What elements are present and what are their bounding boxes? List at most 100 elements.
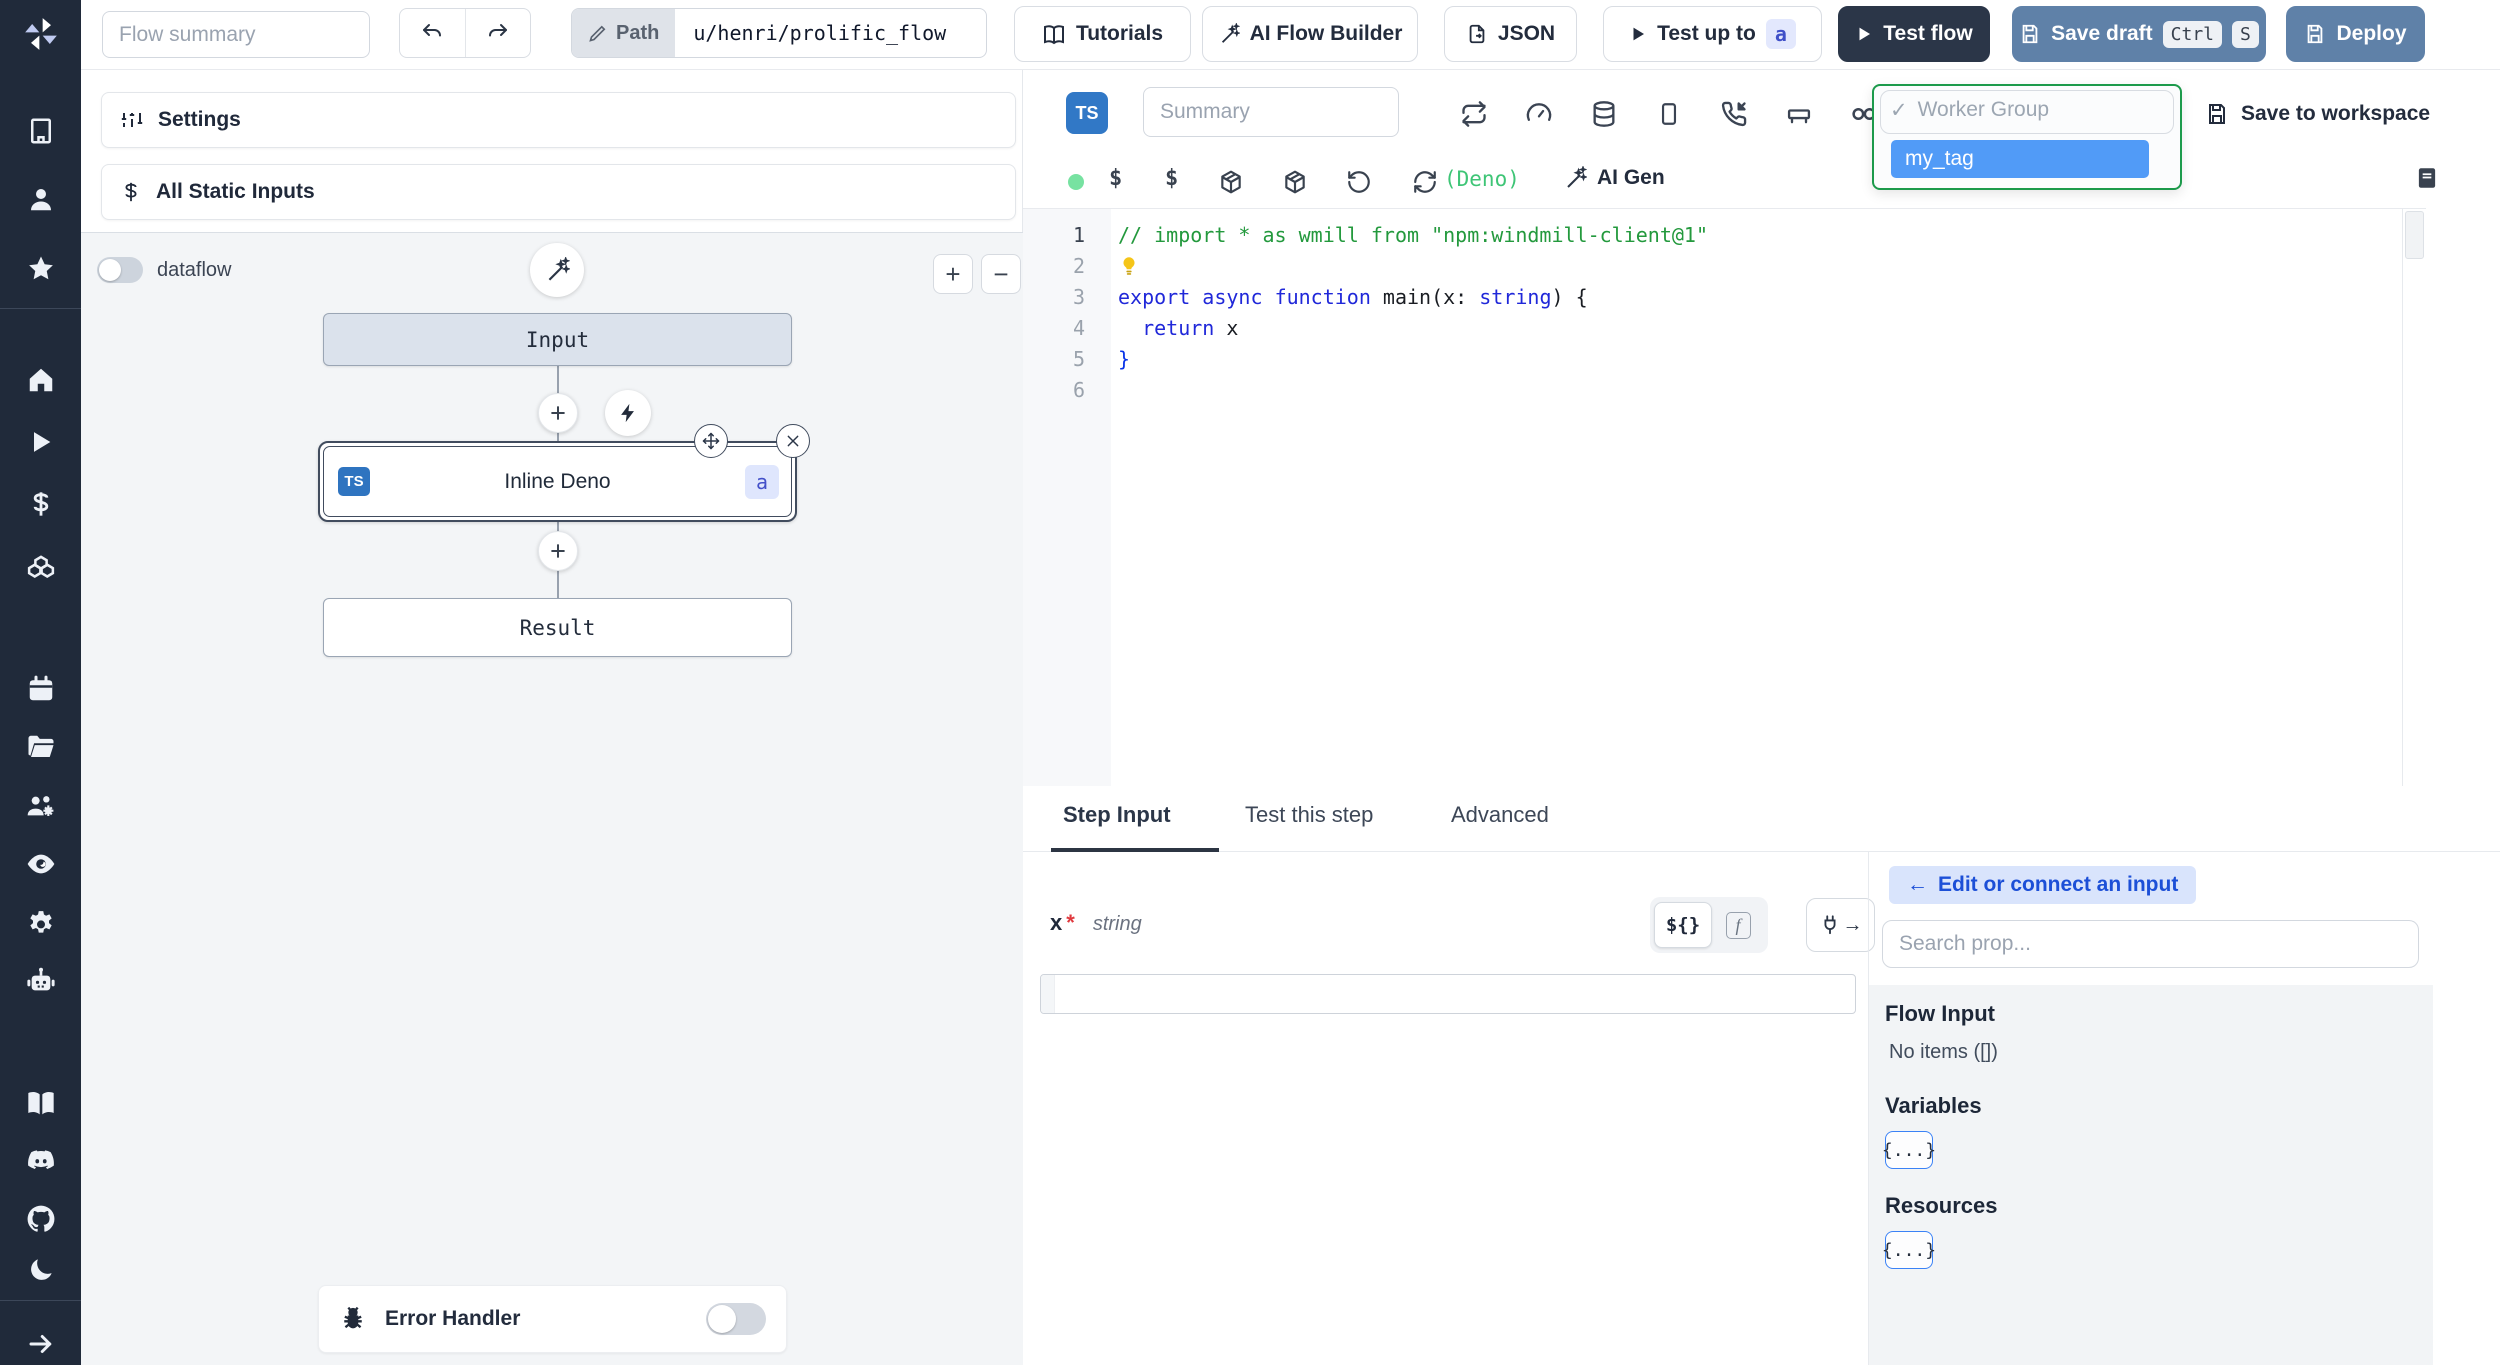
github-icon[interactable] — [24, 1202, 58, 1236]
edit-or-connect-pill[interactable]: ← Edit or connect an input — [1889, 866, 2197, 904]
code-line[interactable]: 6 — [1023, 374, 2402, 405]
retries-repeat-icon[interactable] — [1458, 98, 1490, 130]
variables-dollar-icon[interactable] — [24, 487, 58, 521]
arg-value-input[interactable] — [1040, 974, 1856, 1014]
tab-test-this-step[interactable]: Test this step — [1245, 802, 1373, 828]
flow-input-empty: No items ([]) — [1889, 1041, 1998, 1063]
ai-gen-button[interactable]: AI Gen — [1563, 166, 1665, 190]
test-up-to-button[interactable]: Test up to a — [1603, 6, 1822, 62]
file-export-icon — [1466, 23, 1488, 45]
connect-input-button[interactable]: → — [1806, 898, 1875, 952]
worker-group-option-header[interactable]: ✓ Worker Group — [1890, 98, 2049, 123]
flow-node-input[interactable]: Input — [323, 313, 792, 366]
insert-step-button[interactable] — [538, 531, 578, 571]
dark-mode-moon-icon[interactable] — [24, 1253, 58, 1287]
code-line[interactable]: 2 — [1023, 250, 2402, 281]
zoom-in-button[interactable]: + — [933, 254, 973, 294]
flow-node-inline-deno[interactable]: TS Inline Deno a — [318, 441, 797, 522]
code-line[interactable]: 3 export async function main(x: string) { — [1023, 281, 2402, 312]
workspace-building-icon[interactable] — [24, 114, 58, 148]
code-line[interactable]: 1// import * as wmill from "npm:windmill… — [1023, 219, 2402, 250]
flow-summary-input[interactable] — [102, 11, 370, 58]
runs-play-icon[interactable] — [24, 425, 58, 459]
library-book-icon[interactable] — [2411, 162, 2443, 194]
search-prop-input[interactable] — [1882, 920, 2419, 968]
workers-robot-icon[interactable] — [24, 964, 58, 998]
all-static-inputs-card[interactable]: All Static Inputs — [101, 164, 1016, 220]
insert-step-button[interactable] — [538, 393, 578, 433]
expand-sidebar-arrow-icon[interactable] — [24, 1327, 58, 1361]
folders-icon[interactable] — [24, 730, 58, 764]
reset-rotate-ccw-icon[interactable] — [1343, 166, 1375, 198]
dataflow-toggle[interactable] — [97, 257, 143, 283]
resource-picker-dollar-icon[interactable]: $ — [1165, 166, 1178, 191]
audit-eye-icon[interactable] — [24, 847, 58, 881]
save-draft-button[interactable]: Save draft Ctrl S — [2012, 6, 2266, 62]
test-flow-button[interactable]: Test flow — [1838, 6, 1990, 62]
user-icon[interactable] — [24, 182, 58, 216]
trigger-bolt-button[interactable] — [605, 390, 651, 436]
package-box-icon[interactable] — [1279, 166, 1311, 198]
typescript-badge: TS — [338, 467, 370, 496]
package-box-icon[interactable] — [1215, 166, 1247, 198]
flow-settings-label: Settings — [158, 108, 241, 131]
suspend-bench-icon[interactable] — [1783, 98, 1815, 130]
step-summary-input[interactable] — [1143, 87, 1399, 137]
editor-scrollbar[interactable] — [2402, 208, 2426, 786]
move-step-button[interactable] — [694, 424, 728, 458]
variable-picker-dollar-icon[interactable]: $ — [1109, 166, 1122, 191]
code-editor[interactable]: 1// import * as wmill from "npm:windmill… — [1023, 208, 2402, 786]
json-button[interactable]: JSON — [1444, 6, 1577, 62]
undo-button[interactable] — [400, 9, 466, 57]
worker-group-label: Worker Group — [1917, 98, 2050, 121]
path-selector[interactable]: Path u/henri/prolific_flow — [571, 8, 987, 58]
resources-braces-button[interactable]: {...} — [1882, 1231, 1936, 1269]
early-stop-phone-icon[interactable] — [1718, 98, 1750, 130]
flow-input-title: Flow Input — [1885, 1001, 1995, 1026]
arrow-left-icon: ← — [1907, 873, 1928, 896]
ai-gen-label: AI Gen — [1597, 166, 1665, 189]
resources-boxes-icon[interactable] — [24, 548, 58, 582]
zoom-out-button[interactable]: − — [981, 254, 1021, 294]
error-handler-toggle[interactable] — [706, 1303, 766, 1335]
schedules-calendar-icon[interactable] — [24, 672, 58, 706]
cache-database-icon[interactable] — [1588, 98, 1620, 130]
reload-refresh-icon[interactable] — [1409, 166, 1441, 198]
graph-wand-button[interactable] — [530, 243, 584, 297]
mock-square-icon[interactable] — [1653, 98, 1685, 130]
home-icon[interactable] — [24, 363, 58, 397]
flow-settings-card[interactable]: Settings — [101, 92, 1016, 148]
expression-mode-button[interactable]: f — [1716, 902, 1760, 948]
templated-string-mode-button[interactable]: ${} — [1654, 902, 1712, 948]
settings-gear-icon[interactable] — [24, 905, 58, 939]
kbd-ctrl: Ctrl — [2162, 20, 2223, 48]
ai-flow-builder-button[interactable]: AI Flow Builder — [1202, 6, 1418, 62]
save-to-workspace-button[interactable]: Save to workspace — [2205, 102, 2430, 126]
arrow-right-icon: → — [1842, 913, 1863, 936]
code-line[interactable]: 5} — [1023, 343, 2402, 374]
tab-step-input[interactable]: Step Input — [1063, 802, 1171, 828]
flow-node-result[interactable]: Result — [323, 598, 792, 657]
code-line[interactable]: 4 return x — [1023, 312, 2402, 343]
play-icon — [1855, 25, 1873, 43]
step-input-content: x * string ${} f → ← Edit or connect an … — [1023, 852, 2500, 1365]
lightbulb-icon[interactable] — [1118, 255, 1140, 277]
delete-step-button[interactable] — [776, 424, 810, 458]
path-label-segment: Path — [572, 9, 676, 57]
check-icon: ✓ — [1890, 99, 1908, 122]
star-icon[interactable] — [24, 252, 58, 286]
discord-icon[interactable] — [24, 1144, 58, 1178]
tutorials-button[interactable]: Tutorials — [1014, 6, 1191, 62]
language-status: (Deno) — [1444, 167, 1520, 191]
worker-group-option-selected[interactable]: my_tag — [1891, 140, 2149, 178]
timeout-gauge-icon[interactable] — [1523, 98, 1555, 130]
docs-book-icon[interactable] — [24, 1086, 58, 1120]
variables-braces-button[interactable]: {...} — [1882, 1131, 1936, 1169]
deploy-button[interactable]: Deploy — [2286, 6, 2425, 62]
flow-pane: Settings All Static Inputs dataflow + − … — [81, 70, 1023, 1365]
tab-advanced[interactable]: Advanced — [1451, 802, 1549, 828]
error-handler-card[interactable]: Error Handler — [318, 1285, 787, 1353]
groups-users-gear-icon[interactable] — [24, 789, 58, 823]
windmill-logo-icon[interactable] — [19, 12, 63, 56]
redo-button[interactable] — [466, 9, 531, 57]
